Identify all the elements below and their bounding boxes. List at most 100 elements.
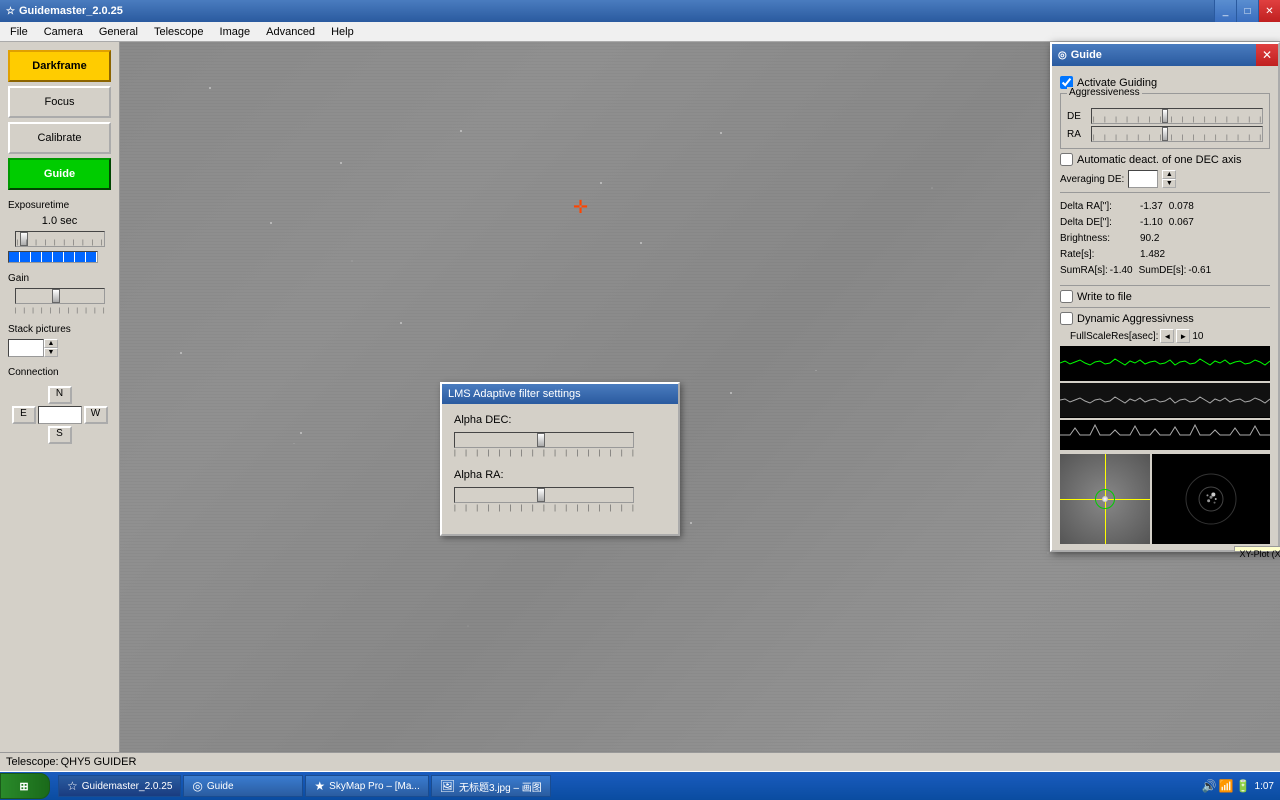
lms-dialog-title: LMS Adaptive filter settings [448,388,581,400]
dec-chart-svg [1060,383,1270,417]
menu-telescope[interactable]: Telescope [146,24,212,40]
delta-ra-label: Delta RA["]: [1060,199,1140,215]
alpha-ra-slider[interactable] [454,487,634,503]
guide-close-button[interactable]: ✕ [1256,44,1278,66]
guide-star-crosshair[interactable] [573,197,593,217]
stack-spinbox: 0 ▲ ▼ [8,339,111,357]
menu-advanced[interactable]: Advanced [258,24,323,40]
auto-deact-checkbox[interactable] [1060,153,1073,166]
brightness-row: Brightness: 90.2 [1060,231,1270,247]
fullscale-dec-button[interactable]: ◄ [1160,329,1174,343]
ra-slider[interactable]: |||||||||||||||| [1091,126,1263,142]
star-thumbnail[interactable] [1060,454,1150,544]
de-slider[interactable]: |||||||||||||||| [1091,108,1263,124]
star-dot [1102,496,1108,502]
menu-file[interactable]: File [2,24,36,40]
window-controls: _ □ ✕ [1214,0,1280,22]
sum-de-label: SumDE[s]: [1139,263,1187,279]
ra-chart-svg [1060,346,1270,380]
fullscale-value: 10 [1192,331,1203,342]
taskbar-label-0: Guidemaster_2.0.25 [82,781,173,792]
stack-value[interactable]: 0 [8,339,44,357]
fullscale-inc-button[interactable]: ► [1176,329,1190,343]
taskbar-icon-1: ◎ [192,779,202,793]
taskbar-item-3[interactable]: 🖼 无标题3.jpg – 画图 [431,775,551,797]
tray-icon-2[interactable]: 📶 [1219,779,1234,793]
taskbar: ⊞ ☆ Guidemaster_2.0.25 ◎ Guide ★ SkyMap … [0,772,1280,800]
lms-body: Alpha DEC: ||||||||||||||||| Alpha RA: [442,404,678,534]
taskbar-icon-0: ☆ [67,779,78,793]
stats-section: Delta RA["]: -1.37 0.078 Delta DE["]: -1… [1060,199,1270,279]
xy-plot-container[interactable]: XY-Plot (X=RA, Y=DEC). Click to clear [1152,454,1270,544]
tray-icon-3[interactable]: 🔋 [1236,779,1251,793]
fullscale-label: FullScaleRes[asec]: [1070,331,1158,342]
averaging-up-button[interactable]: ▲ [1162,170,1176,179]
compass-s-button[interactable]: S [48,426,72,444]
compass-n-button[interactable]: N [48,386,72,404]
taskbar-item-0[interactable]: ☆ Guidemaster_2.0.25 [58,775,181,797]
ra-slider-row: RA |||||||||||||||| [1067,126,1263,142]
darkframe-button[interactable]: Darkframe [8,50,111,82]
app-icon: ☆ [6,6,15,17]
alpha-dec-label: Alpha DEC: [454,414,666,426]
progress-bar [8,251,98,263]
taskbar-items: ☆ Guidemaster_2.0.25 ◎ Guide ★ SkyMap Pr… [54,775,1196,797]
chart-dec [1060,383,1270,418]
tray-icon-1[interactable]: 🔊 [1202,779,1217,793]
sum-de-value: -0.61 [1188,263,1211,279]
menu-general[interactable]: General [91,24,146,40]
combined-chart-svg [1060,420,1270,450]
taskbar-label-3: 无标题3.jpg – 画图 [459,779,542,794]
gain-slider[interactable] [15,288,105,304]
guide-button[interactable]: Guide [8,158,111,190]
taskbar-item-1[interactable]: ◎ Guide [183,775,303,797]
chart-combined [1060,420,1270,450]
menu-image[interactable]: Image [212,24,259,40]
averaging-value[interactable]: 1 [1128,170,1158,188]
maximize-button[interactable]: □ [1236,0,1258,22]
averaging-down-button[interactable]: ▼ [1162,179,1176,188]
stack-up-button[interactable]: ▲ [44,339,58,348]
xy-plot[interactable] [1152,454,1270,544]
rate-value: 1.482 [1140,247,1165,263]
taskbar-label-1: Guide [207,781,234,792]
taskbar-item-2[interactable]: ★ SkyMap Pro – [Ma... [305,775,428,797]
write-file-checkbox[interactable] [1060,290,1073,303]
minimize-button[interactable]: _ [1214,0,1236,22]
alpha-dec-slider[interactable] [454,432,634,448]
menu-camera[interactable]: Camera [36,24,91,40]
start-button[interactable]: ⊞ [0,773,50,799]
compass-e-button[interactable]: E [12,406,36,424]
menu-help[interactable]: Help [323,24,362,40]
focus-button[interactable]: Focus [8,86,111,118]
delta-ra-row: Delta RA["]: -1.37 0.078 [1060,199,1270,215]
dynamic-aggressiveness-row: Dynamic Aggressivness [1060,312,1270,325]
menu-bar: File Camera General Telescope Image Adva… [0,22,1280,42]
lms-dialog: LMS Adaptive filter settings Alpha DEC: … [440,382,680,536]
guide-title-bar[interactable]: ◎ Guide ✕ [1052,44,1278,66]
status-bar: Telescope: QHY5 GUIDER [0,752,1280,772]
lms-title-bar[interactable]: LMS Adaptive filter settings [442,384,678,404]
telescope-status-label: Telescope: [6,756,59,768]
calibrate-button[interactable]: Calibrate [8,122,111,154]
stack-down-button[interactable]: ▼ [44,348,58,357]
taskbar-tray: 🔊 📶 🔋 1:07 [1196,779,1280,793]
compass-value-input[interactable]: 1000 [38,406,82,424]
delta-de-label: Delta DE["]: [1060,215,1140,231]
exposuretime-label: Exposuretime [8,200,111,211]
dynamic-aggressiveness-checkbox[interactable] [1060,312,1073,325]
exposure-slider[interactable]: |||||||||| [15,231,105,247]
close-button[interactable]: ✕ [1258,0,1280,22]
main-layout: Darkframe Focus Calibrate Guide Exposure… [0,42,1280,772]
guide-thumbnails: XY-Plot (X=RA, Y=DEC). Click to clear [1060,454,1270,544]
app-title: Guidemaster_2.0.25 [19,5,123,17]
guide-dialog: ◎ Guide ✕ Activate Guiding Aggressivenes… [1050,42,1280,552]
compass: N E 1000 W S [8,386,111,444]
telescope-status-value: QHY5 GUIDER [61,756,137,768]
sum-ra-label: SumRA[s]: [1060,263,1108,279]
taskbar-icon-3: 🖼 [440,779,455,793]
compass-w-button[interactable]: W [84,406,108,424]
de-label: DE [1067,111,1087,122]
connection-label: Connection [8,367,111,378]
sum-row: SumRA[s]: -1.40 SumDE[s]: -0.61 [1060,263,1270,279]
